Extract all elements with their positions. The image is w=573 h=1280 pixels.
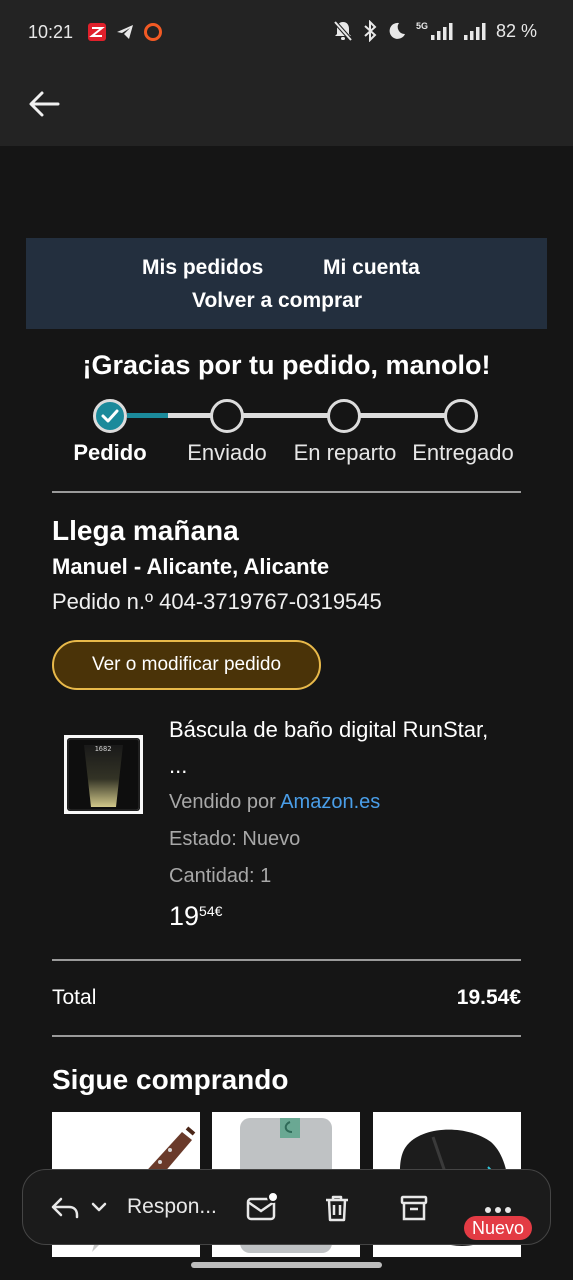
seller-link[interactable]: Amazon.es (280, 791, 380, 813)
tracker-label-delivered: Entregado (412, 440, 514, 465)
reply-icon (51, 1197, 79, 1219)
email-action-bar: Respon... Nuevo (22, 1169, 551, 1245)
tracker-progress-line (127, 413, 172, 418)
bell-off-icon (333, 20, 353, 42)
bluetooth-icon (364, 20, 377, 42)
status-bar: 10:21 5G 82 % (0, 0, 573, 66)
signal-icon (463, 23, 486, 40)
arrival-title: Llega mañana (52, 515, 239, 546)
product-condition: Estado: Nuevo (169, 828, 301, 850)
moon-icon (389, 22, 405, 39)
back-button[interactable] (24, 84, 64, 124)
tracker-label-shipped: Enviado (187, 440, 267, 465)
price-decimal: 54€ (199, 903, 223, 919)
tracker-label-ordered: Pedido (73, 440, 147, 465)
thanks-title: ¡Gracias por tu pedido, manolo! (82, 350, 491, 380)
mark-unread-button[interactable] (242, 1188, 282, 1228)
keep-shopping-title: Sigue comprando (52, 1064, 289, 1095)
scale-image: 1682 (67, 738, 140, 811)
zoho-app-icon (88, 23, 106, 41)
record-icon (144, 23, 162, 41)
product-name[interactable]: Báscula de baño digital RunStar, ... (169, 712, 499, 784)
product-price: 1954€ (169, 901, 222, 932)
check-icon (101, 409, 119, 423)
order-tracker: Pedido Enviado En reparto Entregado (0, 394, 573, 484)
reply-label: Respon... (127, 1195, 217, 1218)
nav-banner: Mis pedidos Mi cuenta Volver a comprar (26, 238, 547, 329)
chevron-down-icon[interactable] (89, 1197, 109, 1217)
archive-icon (400, 1195, 428, 1221)
modify-order-button[interactable]: Ver o modificar pedido (52, 640, 321, 690)
my-account-link[interactable]: Mi cuenta (323, 256, 420, 280)
home-indicator[interactable] (191, 1262, 382, 1268)
price-integer: 19 (169, 901, 200, 931)
product-seller: Vendido por Amazon.es (169, 791, 380, 814)
delete-button[interactable] (317, 1188, 357, 1228)
email-body: Mis pedidos Mi cuenta Volver a comprar ¡… (0, 146, 573, 1280)
tracker-step (210, 399, 244, 433)
divider (52, 491, 521, 493)
sold-by-label: Vendido por (169, 791, 281, 813)
notification-icons (87, 22, 163, 42)
battery-level: 82 % (495, 20, 537, 41)
archive-button[interactable] (394, 1188, 434, 1228)
tracker-step (444, 399, 478, 433)
order-number: Pedido n.º 404-3719767-0319545 (52, 589, 382, 614)
total-label: Total (52, 986, 97, 1009)
system-icons: 5G 82 % (333, 20, 537, 42)
my-orders-link[interactable]: Mis pedidos (142, 256, 263, 280)
tracker-step-done (93, 399, 127, 433)
reply-button[interactable]: Respon... (49, 1187, 217, 1227)
product-thumbnail[interactable]: 1682 (64, 735, 143, 814)
arrow-left-icon (29, 91, 60, 117)
shipping-address: Manuel - Alicante, Alicante (52, 554, 330, 579)
signal-icon (430, 23, 453, 40)
buy-again-link[interactable]: Volver a comprar (192, 289, 362, 313)
telegram-icon (117, 25, 133, 39)
divider (52, 959, 521, 961)
mark-unread-icon (246, 1191, 279, 1221)
scale-display: 1682 (95, 745, 112, 753)
divider (52, 1035, 521, 1037)
product-quantity: Cantidad: 1 (169, 865, 272, 887)
new-badge: Nuevo (464, 1216, 533, 1240)
status-time: 10:21 (28, 22, 74, 42)
trash-icon (326, 1195, 348, 1222)
tracker-label-out-for-delivery: En reparto (293, 440, 397, 465)
tracker-step (327, 399, 361, 433)
network-type: 5G (415, 21, 428, 31)
app-bar (0, 66, 573, 146)
total-value: 19.54€ (456, 986, 521, 1009)
